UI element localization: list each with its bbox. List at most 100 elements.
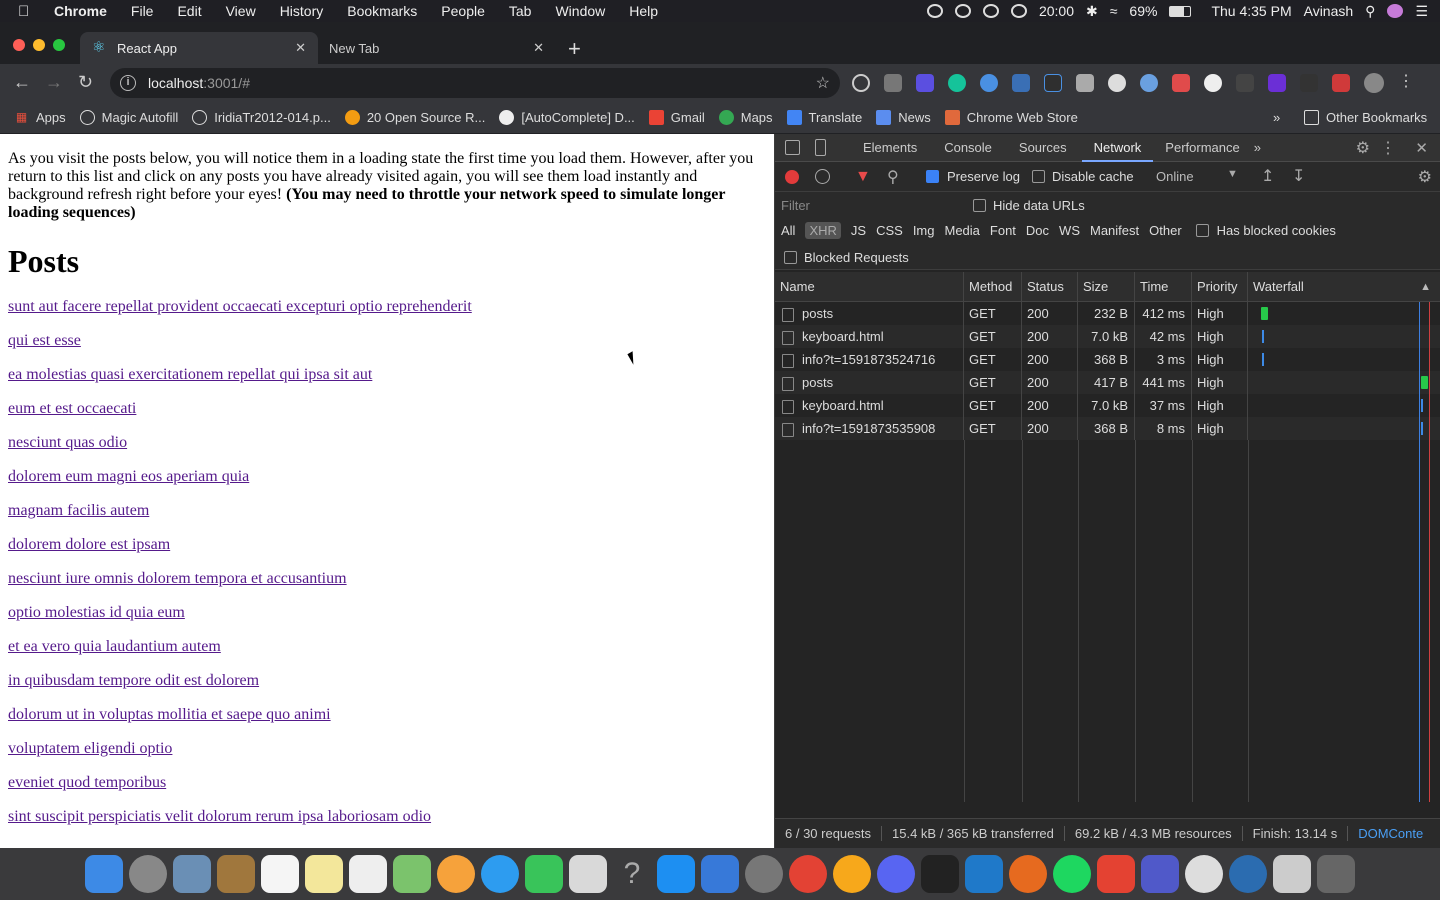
siri-icon[interactable] bbox=[1387, 4, 1404, 18]
sort-ascending-icon[interactable]: ▲ bbox=[1420, 272, 1431, 301]
site-info-icon[interactable]: i bbox=[120, 75, 136, 91]
apple-icon[interactable]:  bbox=[18, 3, 38, 20]
back-arrow-icon[interactable]: ← bbox=[13, 72, 31, 93]
menu-tab[interactable]: Tab bbox=[509, 3, 532, 19]
window-minimize-button[interactable] bbox=[33, 39, 45, 51]
bookmark-iridia[interactable]: IridiaTr2012-014.p... bbox=[192, 110, 331, 125]
extension-gift-icon[interactable] bbox=[1172, 74, 1190, 92]
export-har-icon[interactable]: ↧ bbox=[1292, 166, 1305, 186]
type-filter-all[interactable]: All bbox=[781, 223, 795, 238]
type-filter-manifest[interactable]: Manifest bbox=[1090, 223, 1139, 238]
post-link[interactable]: dolorem dolore est ipsam bbox=[8, 536, 766, 554]
todo-icon[interactable] bbox=[1097, 855, 1135, 893]
extension-target-icon[interactable] bbox=[852, 74, 870, 92]
edge-icon[interactable] bbox=[1229, 855, 1267, 893]
table-row[interactable]: keyboard.html GET 200 7.0 kB 42 ms High bbox=[775, 325, 1440, 348]
tab-react-app[interactable]: ⚛ React App ✕ bbox=[80, 32, 318, 64]
post-link[interactable]: eveniet quod temporibus bbox=[8, 774, 766, 792]
notes-icon[interactable] bbox=[305, 855, 343, 893]
forward-arrow-icon[interactable]: → bbox=[45, 72, 63, 93]
extension-box-icon[interactable] bbox=[1076, 74, 1094, 92]
search-icon[interactable]: ⚲ bbox=[887, 167, 899, 187]
menu-people[interactable]: People bbox=[441, 3, 485, 19]
preview-icon[interactable] bbox=[173, 855, 211, 893]
col-priority[interactable]: Priority bbox=[1192, 272, 1248, 301]
bluetooth-icon[interactable]: ✱ bbox=[1086, 3, 1098, 20]
type-filter-ws[interactable]: WS bbox=[1059, 223, 1080, 238]
address-bar[interactable]: i localhost :3001/# ☆ bbox=[110, 68, 840, 98]
bookmark-open-source[interactable]: 20 Open Source R... bbox=[344, 110, 485, 125]
col-status[interactable]: Status bbox=[1022, 272, 1078, 301]
hide-data-urls-checkbox[interactable] bbox=[973, 199, 986, 212]
post-link[interactable]: qui est esse bbox=[8, 332, 766, 350]
devtools-tab-sources[interactable]: Sources bbox=[1019, 134, 1067, 162]
post-link[interactable]: nesciunt quas odio bbox=[8, 434, 766, 452]
post-link[interactable]: magnam facilis autem bbox=[8, 502, 766, 520]
clock[interactable]: Thu 4:35 PM bbox=[1211, 3, 1291, 19]
record-button-icon[interactable] bbox=[785, 170, 799, 184]
maps-icon[interactable] bbox=[393, 855, 431, 893]
post-link[interactable]: dolorem eum magni eos aperiam quia bbox=[8, 468, 766, 486]
notebook-icon[interactable] bbox=[217, 855, 255, 893]
preserve-log-checkbox[interactable] bbox=[926, 170, 939, 183]
table-row[interactable]: info?t=1591873524716 GET 200 368 B 3 ms … bbox=[775, 348, 1440, 371]
help-question-icon[interactable]: ? bbox=[613, 855, 651, 893]
post-link[interactable]: sunt aut facere repellat provident occae… bbox=[8, 298, 766, 316]
post-link[interactable]: sint suscipit perspiciatis velit dolorum… bbox=[8, 808, 766, 826]
type-filter-other[interactable]: Other bbox=[1149, 223, 1182, 238]
keynote-icon[interactable] bbox=[701, 855, 739, 893]
spotlight-search-icon[interactable]: ⚲ bbox=[1365, 3, 1375, 20]
disable-cache-checkbox[interactable] bbox=[1032, 170, 1045, 183]
col-time[interactable]: Time bbox=[1135, 272, 1192, 301]
post-link[interactable]: voluptatem eligendi optio bbox=[8, 740, 766, 758]
battery-icon[interactable] bbox=[1169, 5, 1192, 17]
type-filter-img[interactable]: Img bbox=[913, 223, 935, 238]
messages-icon[interactable] bbox=[481, 855, 519, 893]
grammarly-icon[interactable] bbox=[948, 74, 966, 92]
headphones-icon[interactable] bbox=[1010, 4, 1027, 18]
bookmark-autocomplete[interactable]: [AutoComplete] D... bbox=[499, 110, 635, 125]
terminal-icon[interactable] bbox=[921, 855, 959, 893]
downloads-stack-icon[interactable] bbox=[1273, 855, 1311, 893]
devtools-kebab-icon[interactable]: ⋮ bbox=[1380, 138, 1396, 158]
menu-app-name[interactable]: Chrome bbox=[54, 3, 107, 19]
bookmark-magic-autofill[interactable]: Magic Autofill bbox=[79, 110, 178, 125]
tab-new-tab[interactable]: New Tab ✕ bbox=[318, 32, 556, 64]
firefox-icon[interactable] bbox=[1009, 855, 1047, 893]
window-close-button[interactable] bbox=[13, 39, 25, 51]
profile-avatar[interactable] bbox=[1364, 73, 1384, 93]
bookmark-chrome-web-store[interactable]: Chrome Web Store bbox=[944, 110, 1078, 125]
devtools-more-tabs[interactable]: » bbox=[1254, 134, 1261, 162]
chrome-canary-icon[interactable] bbox=[833, 855, 871, 893]
devtools-close-icon[interactable]: ✕ bbox=[1415, 139, 1428, 157]
calendar-icon[interactable] bbox=[261, 855, 299, 893]
post-link[interactable]: eum et est occaecati bbox=[8, 400, 766, 418]
github-icon[interactable] bbox=[1204, 74, 1222, 92]
photos-icon[interactable] bbox=[437, 855, 475, 893]
chrome-menu-kebab-icon[interactable]: ⋮ bbox=[1398, 74, 1414, 92]
menu-file[interactable]: File bbox=[131, 3, 154, 19]
system-preferences-icon[interactable] bbox=[745, 855, 783, 893]
cloud-icon[interactable] bbox=[982, 4, 999, 18]
grapher-icon[interactable] bbox=[569, 855, 607, 893]
window-zoom-button[interactable] bbox=[53, 39, 65, 51]
menu-help[interactable]: Help bbox=[629, 3, 658, 19]
app-store-icon[interactable] bbox=[657, 855, 695, 893]
extension-diamond-icon[interactable] bbox=[1268, 74, 1286, 92]
extension-pen-icon[interactable] bbox=[1012, 74, 1030, 92]
bookmarks-overflow-icon[interactable]: » bbox=[1273, 110, 1280, 125]
table-row[interactable]: posts GET 200 417 B 441 ms High bbox=[775, 371, 1440, 394]
bookmark-translate[interactable]: Translate bbox=[786, 110, 862, 125]
menu-edit[interactable]: Edit bbox=[177, 3, 201, 19]
extension-calendar-icon[interactable] bbox=[916, 74, 934, 92]
col-size[interactable]: Size bbox=[1078, 272, 1135, 301]
devtools-tab-performance[interactable]: Performance bbox=[1165, 134, 1239, 162]
finder-icon[interactable] bbox=[85, 855, 123, 893]
type-filter-js[interactable]: JS bbox=[851, 223, 866, 238]
tab-close-icon[interactable]: ✕ bbox=[295, 40, 306, 56]
notification-center-icon[interactable]: ☰ bbox=[1415, 3, 1428, 20]
extension-key-icon[interactable] bbox=[1044, 74, 1062, 92]
launchpad-icon[interactable] bbox=[129, 855, 167, 893]
battery-percent[interactable]: 69% bbox=[1129, 3, 1157, 19]
filter-input[interactable]: Filter bbox=[781, 196, 963, 216]
